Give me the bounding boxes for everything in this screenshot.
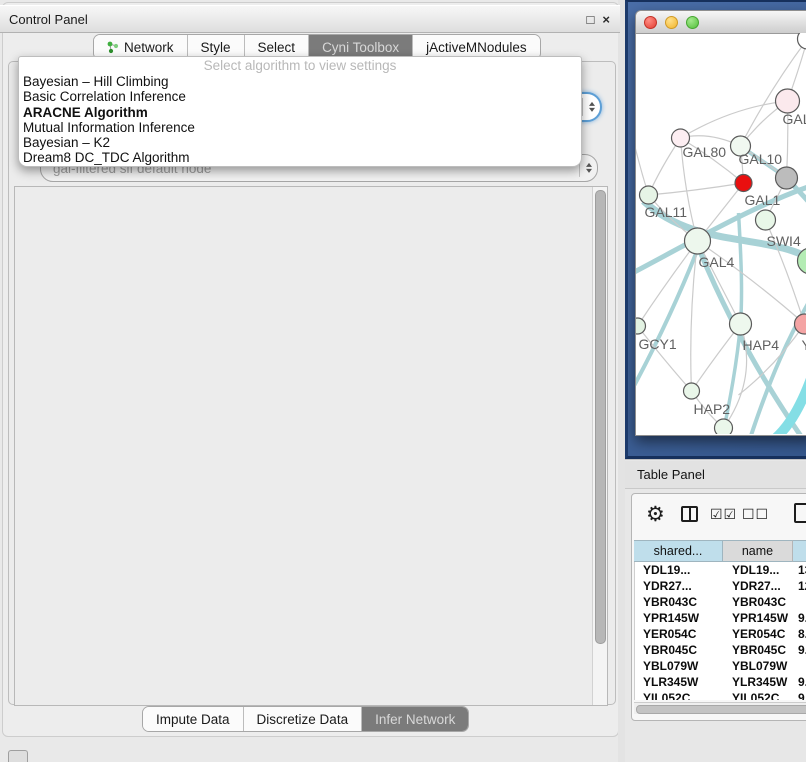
algorithm-option[interactable]: Dream8 DC_TDC Algorithm (19, 150, 581, 165)
table-row[interactable]: YIL052CYIL052C9. (635, 690, 806, 700)
bottom-tabbar: Impute Data Discretize Data Infer Networ… (142, 706, 469, 732)
gear-icon[interactable]: ⚙ (646, 502, 665, 528)
svg-text:GAL: GAL (783, 111, 806, 127)
node-table: shared... name A (634, 540, 806, 562)
svg-text:SWI4: SWI4 (767, 233, 801, 249)
node-hap4[interactable] (730, 313, 752, 335)
table-panel-card: ⚙ ☑☑ ☐☐ shared... name A YDL19...YDL19..… (631, 493, 806, 721)
tab-network-label: Network (124, 40, 174, 55)
node-gal4[interactable] (685, 228, 711, 254)
float-window-icon[interactable]: □ (587, 12, 595, 27)
tab-infer-network[interactable]: Infer Network (361, 707, 468, 731)
algorithm-option[interactable]: Mutual Information Inference (19, 120, 581, 135)
svg-text:Y: Y (802, 337, 806, 353)
svg-text:GAL1: GAL1 (745, 192, 781, 208)
tab-discretize-data[interactable]: Discretize Data (243, 707, 362, 731)
document-icon[interactable] (794, 503, 806, 523)
settings-scrollpane (14, 186, 608, 706)
svg-text:GAL80: GAL80 (683, 144, 727, 160)
svg-text:GAL4: GAL4 (699, 254, 735, 270)
algorithm-option[interactable]: Basic Correlation Inference (19, 89, 581, 104)
node-gal-top[interactable] (776, 89, 800, 113)
svg-text:GCY1: GCY1 (639, 336, 677, 352)
table-row[interactable]: YER054CYER054C8. (635, 626, 806, 642)
node-gal11[interactable] (640, 186, 658, 204)
table-row[interactable]: YLR345WYLR345W9. (635, 674, 806, 690)
node-gcy1[interactable] (636, 318, 646, 334)
table-panel-title: Table Panel (625, 467, 705, 482)
table-rows: YDL19...YDL19...13 YDR27...YDR27...12 YB… (634, 562, 806, 700)
table-row[interactable]: YBR045CYBR045C9. (635, 642, 806, 658)
algorithm-option[interactable]: Bayesian – K2 (19, 135, 581, 150)
panel-divider (618, 0, 625, 762)
table-row[interactable]: YBL079WYBL079W (635, 658, 806, 674)
tab-impute-data[interactable]: Impute Data (143, 707, 243, 731)
table-header-row: shared... name A (634, 540, 806, 562)
select-columns-icon[interactable]: ☑☑ (710, 506, 737, 523)
network-window-titlebar[interactable] (636, 11, 806, 34)
zoom-traffic-light-icon[interactable] (686, 16, 699, 29)
panel-corner-button[interactable] (8, 750, 28, 762)
node-gray[interactable] (776, 167, 798, 189)
table-row[interactable]: YBR043CYBR043C (635, 594, 806, 610)
column-header-name[interactable]: name (723, 540, 793, 562)
network-view-frame: GAL80 GAL10 GAL1 GAL11 SWI4 GAL4 GCY1 HA… (625, 0, 806, 459)
algorithm-placeholder: Select algorithm to view settings (19, 57, 581, 74)
scrollbar-thumb[interactable] (636, 705, 806, 714)
vertical-scrollbar[interactable] (592, 187, 607, 705)
screen: Control Panel □ × Network Style Select C… (0, 0, 806, 762)
node-swi4[interactable] (756, 210, 776, 230)
control-panel-title: Control Panel (0, 12, 88, 27)
network-icon (107, 41, 119, 54)
table-toolbar: ⚙ ☑☑ ☐☐ (632, 500, 806, 532)
column-header-partial[interactable]: A (793, 540, 806, 562)
table-row[interactable]: YPR145WYPR145W9. (635, 610, 806, 626)
algorithm-option-selected[interactable]: ARACNE Algorithm (19, 105, 581, 120)
svg-text:GAL10: GAL10 (739, 151, 783, 167)
close-traffic-light-icon[interactable] (644, 16, 657, 29)
node-bottom[interactable] (715, 419, 733, 434)
node-hap2[interactable] (684, 383, 700, 399)
table-panel-titlebar: Table Panel (625, 461, 806, 489)
algorithm-dropdown-popup: Select algorithm to view settings Bayesi… (18, 56, 582, 167)
close-icon[interactable]: × (602, 12, 610, 27)
network-window: GAL80 GAL10 GAL1 GAL11 SWI4 GAL4 GCY1 HA… (635, 10, 806, 436)
node-gal1-selected[interactable] (735, 175, 752, 192)
table-panel-section: Table Panel ⚙ ☑☑ ☐☐ shared... name A YDL… (625, 459, 806, 762)
network-node-labels: GAL80 GAL10 GAL1 GAL11 SWI4 GAL4 GCY1 HA… (639, 111, 806, 417)
table-row[interactable]: YDR27...YDR27...12 (635, 578, 806, 594)
algorithm-option[interactable]: Bayesian – Hill Climbing (19, 74, 581, 89)
column-header-shared-name[interactable]: shared... (634, 540, 723, 562)
table-row[interactable]: YDL19...YDL19...13 (635, 562, 806, 578)
minimize-traffic-light-icon[interactable] (665, 16, 678, 29)
svg-text:HAP4: HAP4 (743, 337, 780, 353)
table-horizontal-scrollbar[interactable] (634, 702, 806, 714)
deselect-columns-icon[interactable]: ☐☐ (742, 506, 769, 523)
control-panel-titlebar: Control Panel □ × (0, 5, 620, 33)
split-columns-icon[interactable] (681, 506, 698, 522)
network-canvas[interactable]: GAL80 GAL10 GAL1 GAL11 SWI4 GAL4 GCY1 HA… (636, 33, 806, 434)
node-top-edge[interactable] (798, 33, 806, 49)
scrollbar-thumb[interactable] (595, 190, 606, 644)
svg-text:GAL11: GAL11 (645, 204, 688, 220)
svg-text:HAP2: HAP2 (694, 401, 731, 417)
combo-spinner-icon (582, 98, 595, 116)
